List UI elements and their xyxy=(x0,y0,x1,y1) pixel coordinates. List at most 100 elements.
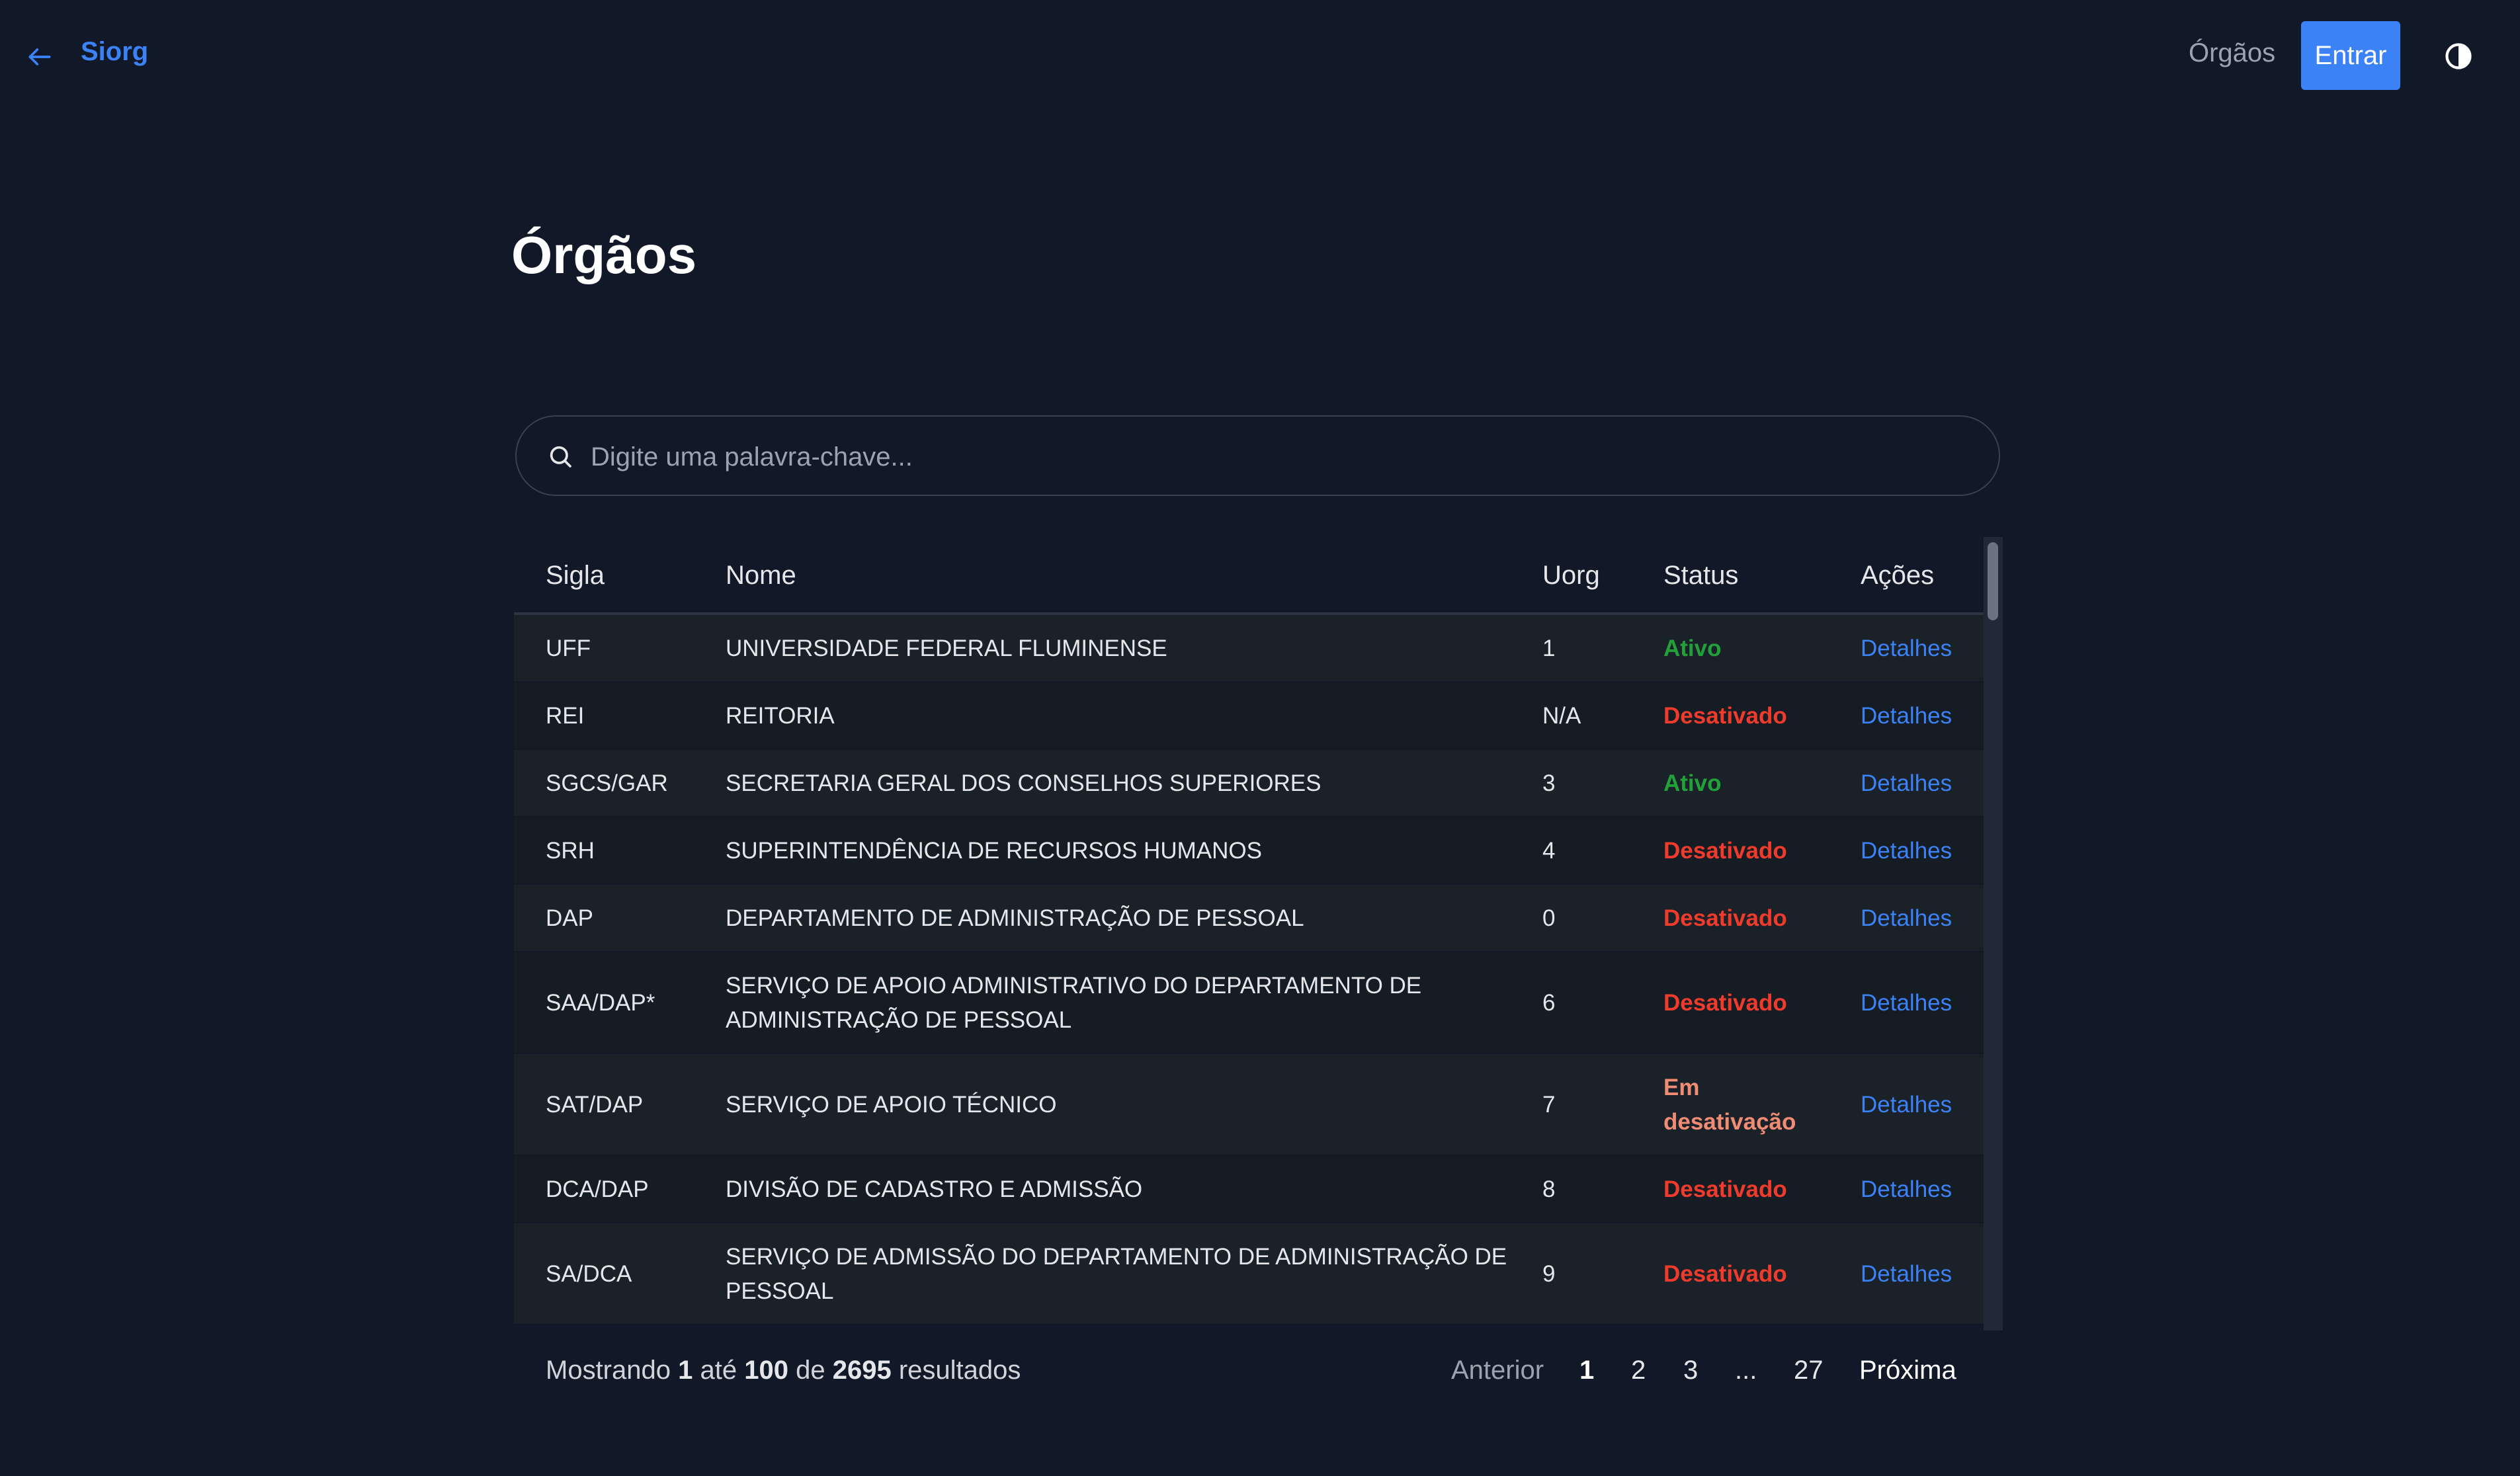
cell-sigla: UFF xyxy=(546,636,591,661)
summary-to: 100 xyxy=(744,1356,788,1385)
summary-mid1: até xyxy=(700,1356,737,1385)
details-link[interactable]: Detalhes xyxy=(1861,1088,1952,1122)
cell-sigla: SGCS/GAR xyxy=(546,770,668,796)
details-link[interactable]: Detalhes xyxy=(1861,766,1952,801)
cell-nome-line: SUPERINTENDÊNCIA DE RECURSOS HUMANOS xyxy=(726,838,1262,864)
pagination-page-1[interactable]: 1 xyxy=(1579,1356,1594,1385)
status-badge: Ativo xyxy=(1663,632,1722,666)
pagination-page-27[interactable]: 27 xyxy=(1794,1356,1824,1385)
cell-sigla: SAT/DAP xyxy=(546,1092,644,1118)
status-text-line: desativação xyxy=(1663,1109,1796,1135)
table-row: SGCS/GAR SECRETARIA GERAL DOS CONSELHOS S… xyxy=(514,750,1984,817)
cell-nome-line: DIVISÃO DE CADASTRO E ADMISSÃO xyxy=(726,1176,1143,1202)
details-link[interactable]: Detalhes xyxy=(1861,986,1952,1020)
orgaos-table: Sigla Nome Uorg Status Ações UFF UNIVERSI… xyxy=(514,537,2003,1331)
status-badge: Desativado xyxy=(1663,901,1787,936)
cell-nome-line: SERVIÇO DE ADMISSÃO DO DEPARTAMENTO DE A… xyxy=(726,1244,1507,1270)
details-link[interactable]: Detalhes xyxy=(1861,834,1952,868)
cell-nome-line: REITORIA xyxy=(726,703,835,729)
status-badge: Ativo xyxy=(1663,766,1722,801)
cell-nome: SERVIÇO DE APOIO TÉCNICO xyxy=(726,1088,1057,1122)
results-summary: Mostrando 1 até 100 de 2695 resultados xyxy=(546,1356,1021,1385)
table-scrollbar[interactable] xyxy=(1984,537,2003,1331)
status-badge: Em desativação xyxy=(1663,1071,1796,1139)
cell-nome-line: PESSOAL xyxy=(726,1278,834,1304)
search-icon xyxy=(550,446,571,468)
cell-nome: DIVISÃO DE CADASTRO E ADMISSÃO xyxy=(726,1172,1142,1207)
column-header-status: Status xyxy=(1663,561,1739,590)
details-link[interactable]: Detalhes xyxy=(1861,1257,1952,1292)
table-row: UFF UNIVERSIDADE FEDERAL FLUMINENSE 1 Ativo… xyxy=(514,615,1984,682)
cell-nome-line: SECRETARIA GERAL DOS CONSELHOS SUPERIORE… xyxy=(726,770,1322,796)
summary-mid2: de xyxy=(796,1356,825,1385)
cell-nome-line: SERVIÇO DE APOIO TÉCNICO xyxy=(726,1092,1057,1118)
cell-uorg: 3 xyxy=(1542,770,1556,796)
table-row: REI REITORIA N/A Desativado Detalhes xyxy=(514,682,1984,750)
status-text-line: Desativado xyxy=(1663,905,1787,931)
page-title: Órgãos xyxy=(511,226,697,284)
pagination-previous[interactable]: Anterior xyxy=(1451,1356,1544,1385)
table-row: SA/DCA SERVIÇO DE ADMISSÃO DO DEPARTAMENT… xyxy=(514,1223,1984,1325)
details-link[interactable]: Detalhes xyxy=(1861,1172,1952,1207)
cell-nome: REITORIA xyxy=(726,699,835,733)
status-badge: Desativado xyxy=(1663,699,1787,733)
pagination-ellipsis: ... xyxy=(1735,1356,1757,1385)
status-text-line: Ativo xyxy=(1663,770,1722,796)
details-link[interactable]: Detalhes xyxy=(1861,632,1952,666)
brand-link[interactable]: Siorg xyxy=(81,37,148,67)
summary-total: 2695 xyxy=(832,1356,892,1385)
search-input[interactable] xyxy=(589,430,1968,484)
top-navbar: Siorg Órgãos Entrar xyxy=(0,0,2520,111)
status-text-line: Ativo xyxy=(1663,636,1722,661)
column-header-acoes: Ações xyxy=(1861,561,1935,590)
details-link[interactable]: Detalhes xyxy=(1861,901,1952,936)
cell-uorg: 8 xyxy=(1542,1176,1556,1202)
cell-nome-line: UNIVERSIDADE FEDERAL FLUMINENSE xyxy=(726,636,1167,661)
cell-uorg: 6 xyxy=(1542,990,1556,1016)
cell-uorg: 7 xyxy=(1542,1092,1556,1118)
cell-uorg: N/A xyxy=(1542,703,1581,729)
cell-nome-line: ADMINISTRAÇÃO DE PESSOAL xyxy=(726,1007,1072,1033)
cell-nome: UNIVERSIDADE FEDERAL FLUMINENSE xyxy=(726,632,1167,666)
table-row: SRH SUPERINTENDÊNCIA DE RECURSOS HUMANOS 4… xyxy=(514,817,1984,885)
cell-nome-line: SERVIÇO DE APOIO ADMINISTRATIVO DO DEPAR… xyxy=(726,973,1422,999)
table-row: SAA/DAP* SERVIÇO DE APOIO ADMINISTRATIVO … xyxy=(514,952,1984,1054)
table-scrollbar-thumb[interactable] xyxy=(1988,542,1998,620)
pagination-next[interactable]: Próxima xyxy=(1859,1356,1956,1385)
status-text-line: Desativado xyxy=(1663,990,1787,1016)
details-link[interactable]: Detalhes xyxy=(1861,699,1952,733)
status-text-line: Desativado xyxy=(1663,1261,1787,1287)
table-row: SAT/DAP SERVIÇO DE APOIO TÉCNICO 7 Em desati… xyxy=(514,1054,1984,1156)
cell-sigla: SAA/DAP* xyxy=(546,990,655,1016)
status-badge: Desativado xyxy=(1663,834,1787,868)
cell-nome: SECRETARIA GERAL DOS CONSELHOS SUPERIORE… xyxy=(726,766,1322,801)
cell-uorg: 4 xyxy=(1542,838,1556,864)
status-text-line: Em xyxy=(1663,1075,1700,1100)
login-button[interactable]: Entrar xyxy=(2301,21,2400,90)
column-header-sigla: Sigla xyxy=(546,561,605,590)
pagination-page-3[interactable]: 3 xyxy=(1683,1356,1698,1385)
nav-link-orgaos[interactable]: Órgãos xyxy=(2189,38,2275,68)
pagination-page-2[interactable]: 2 xyxy=(1631,1356,1646,1385)
cell-sigla: REI xyxy=(546,703,585,729)
cell-nome: SERVIÇO DE APOIO ADMINISTRATIVO DO DEPAR… xyxy=(726,969,1421,1038)
cell-nome: SERVIÇO DE ADMISSÃO DO DEPARTAMENTO DE A… xyxy=(726,1240,1507,1309)
table-row: DAP DEPARTAMENTO DE ADMINISTRAÇÃO DE PESS… xyxy=(514,885,1984,952)
summary-prefix: Mostrando xyxy=(546,1356,671,1385)
cell-uorg: 9 xyxy=(1542,1261,1556,1287)
status-badge: Desativado xyxy=(1663,1172,1787,1207)
cell-nome-line: DEPARTAMENTO DE ADMINISTRAÇÃO DE PESSOAL xyxy=(726,905,1304,931)
cell-nome: SUPERINTENDÊNCIA DE RECURSOS HUMANOS xyxy=(726,834,1262,868)
status-text-line: Desativado xyxy=(1663,703,1787,729)
contrast-icon[interactable] xyxy=(2445,42,2472,70)
cell-sigla: DCA/DAP xyxy=(546,1176,649,1202)
summary-suffix: resultados xyxy=(898,1356,1021,1385)
column-header-uorg: Uorg xyxy=(1542,561,1600,590)
table-row: DCA/DAP DIVISÃO DE CADASTRO E ADMISSÃO 8 De… xyxy=(514,1156,1984,1223)
status-badge: Desativado xyxy=(1663,1257,1787,1292)
column-header-nome: Nome xyxy=(726,561,796,590)
summary-from: 1 xyxy=(678,1356,693,1385)
arrow-left-icon[interactable] xyxy=(25,42,54,71)
cell-uorg: 1 xyxy=(1542,636,1556,661)
cell-sigla: SA/DCA xyxy=(546,1261,632,1287)
